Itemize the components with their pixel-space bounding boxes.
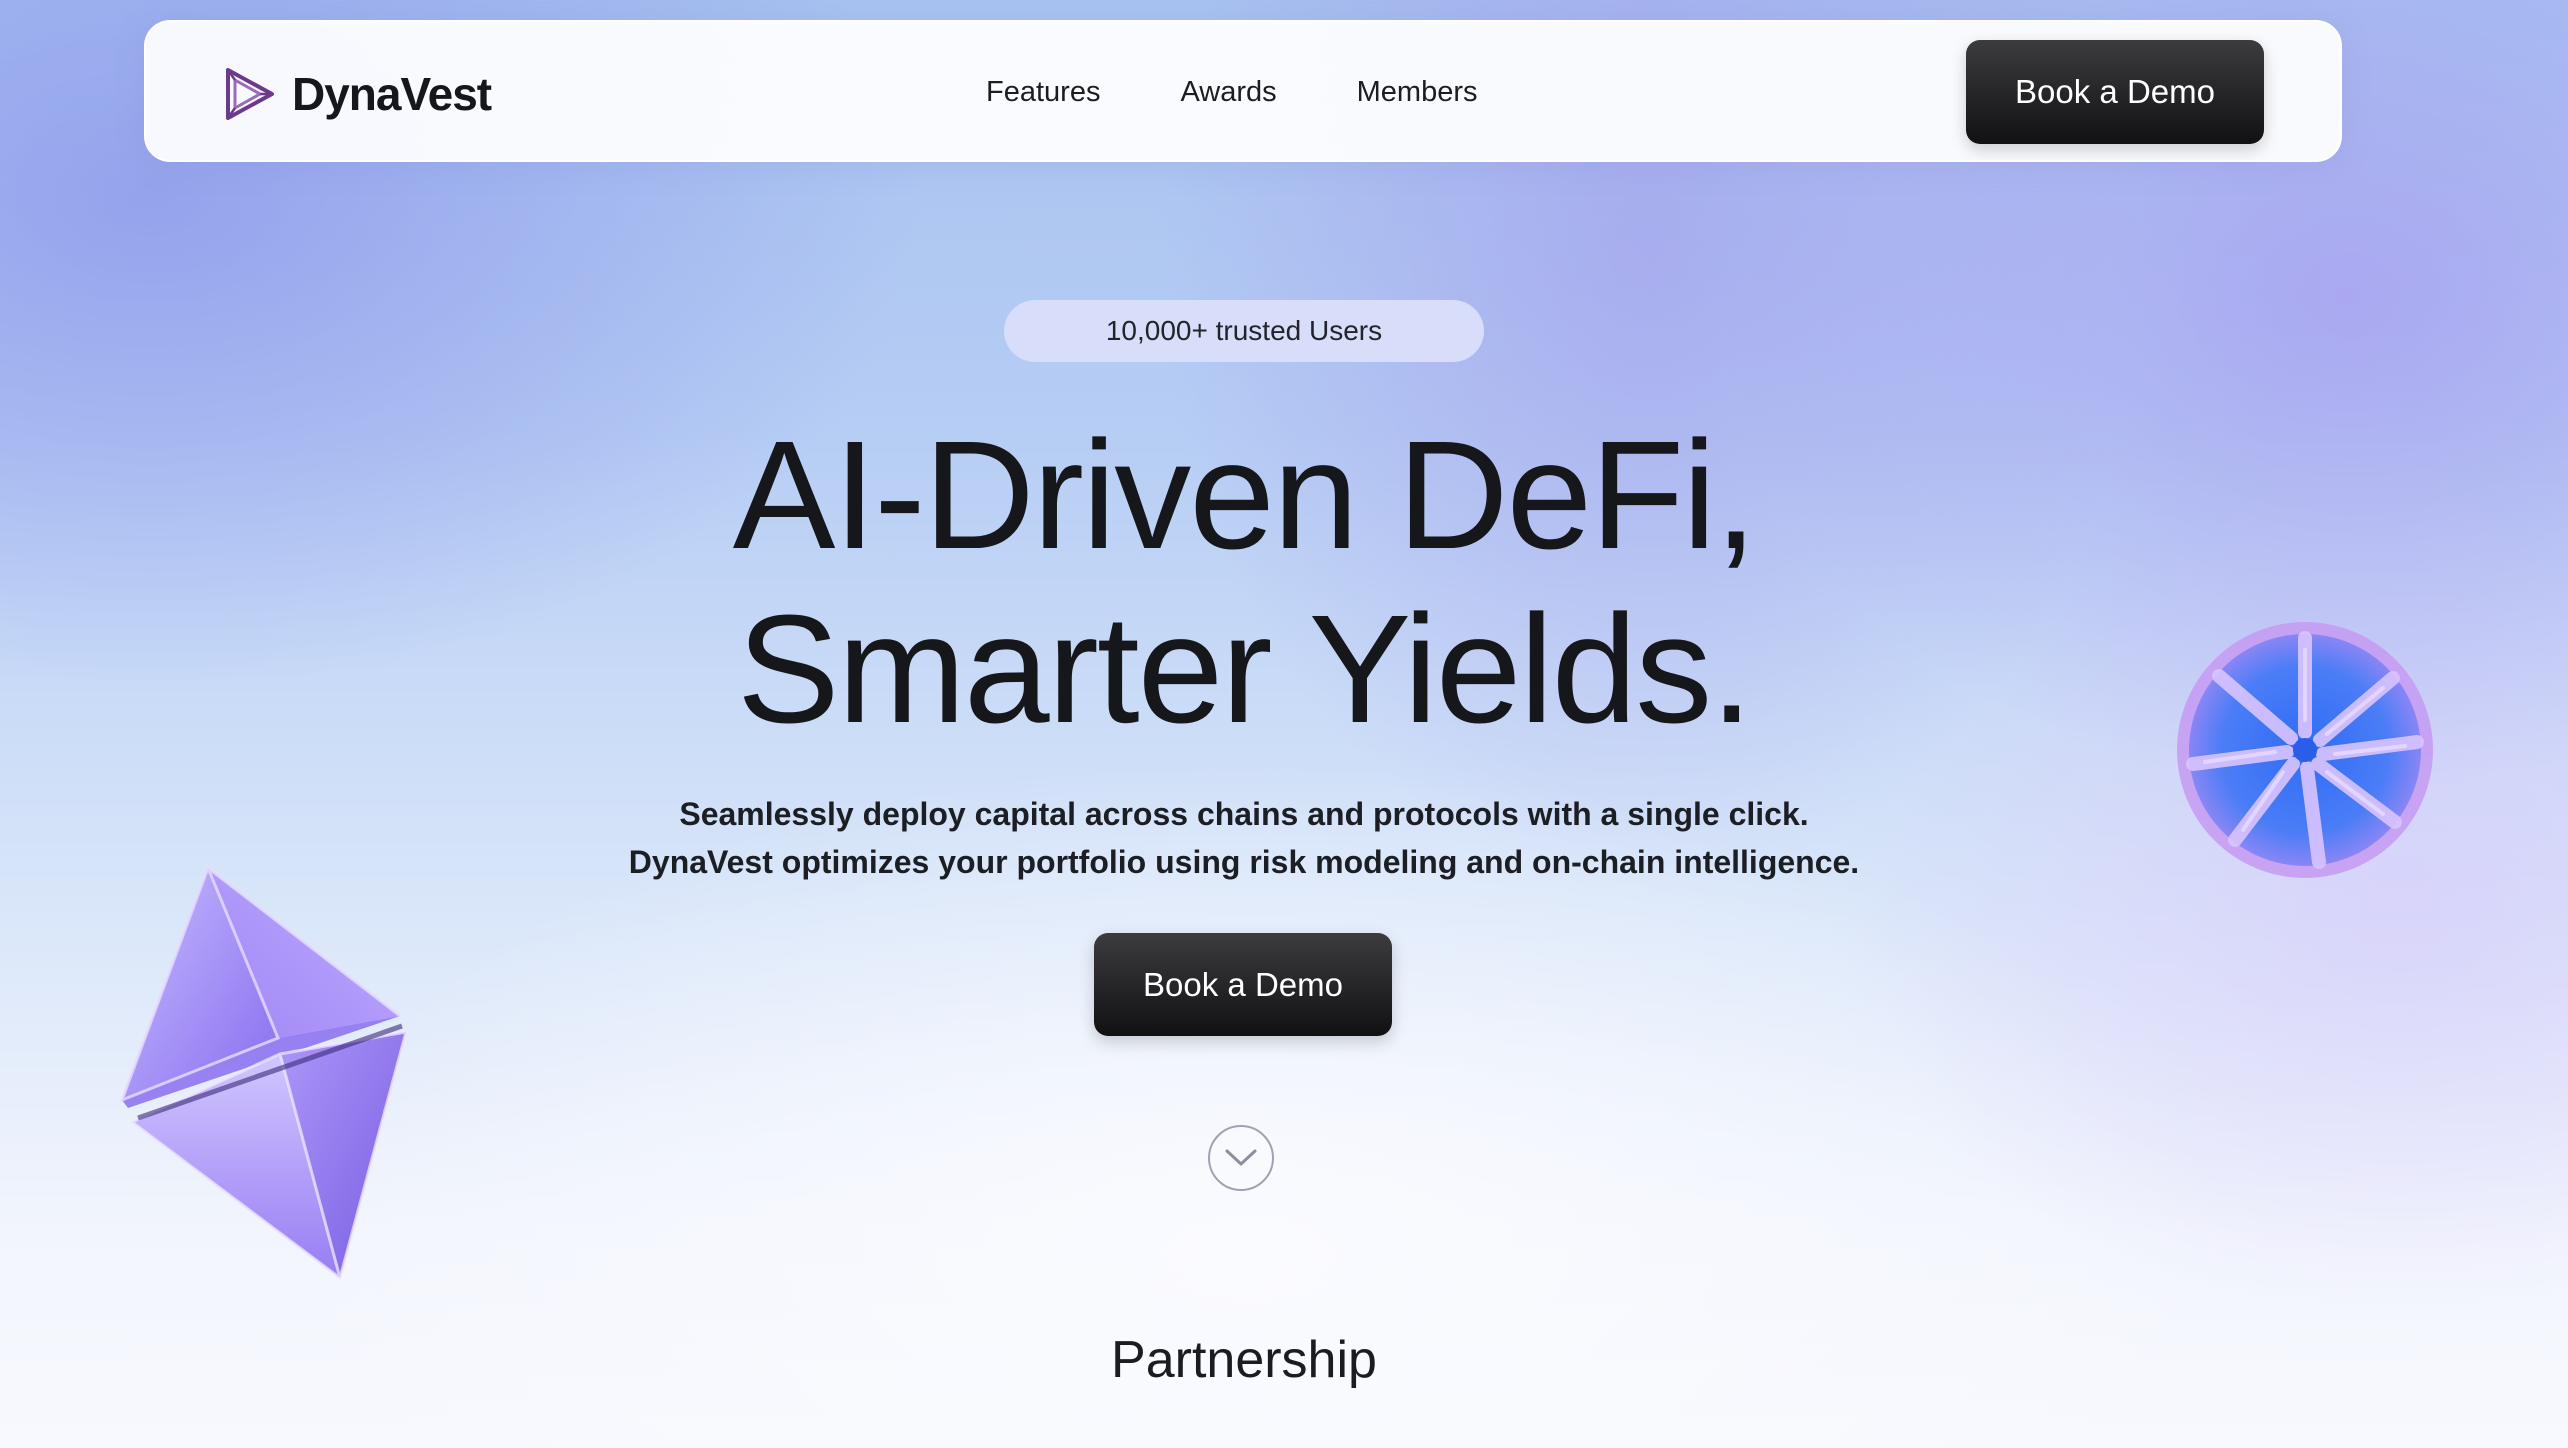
nav-link-features[interactable]: Features [986, 76, 1100, 109]
nav-link-awards[interactable]: Awards [1180, 76, 1276, 109]
nav-links: Features Awards Members [986, 22, 1478, 162]
top-navbar: DynaVest Features Awards Members Book a … [144, 20, 2342, 162]
crystal-octahedron-decoration [119, 863, 409, 1281]
hero-subtext: Seamlessly deploy capital across chains … [484, 790, 2004, 886]
glass-flower-decoration [2177, 622, 2433, 878]
brand-logo[interactable]: DynaVest [222, 66, 492, 122]
partnership-title: Partnership [1111, 1331, 1377, 1389]
brand-name: DynaVest [292, 68, 492, 120]
nav-link-members[interactable]: Members [1357, 76, 1478, 109]
hero-headline-line-2: Smarter Yields. [736, 583, 1753, 755]
hero-subtext-line-1: Seamlessly deploy capital across chains … [679, 796, 1809, 832]
scroll-down-button[interactable] [1208, 1125, 1274, 1191]
chevron-down-icon [1225, 1149, 1257, 1166]
logo-icon [226, 68, 274, 120]
hero-book-demo-button[interactable]: Book a Demo [1094, 933, 1392, 1036]
hero-headline: AI-Driven DeFi, Smarter Yields. [484, 408, 2004, 756]
hero-subtext-line-2: DynaVest optimizes your portfolio using … [628, 844, 1860, 880]
trusted-users-badge: 10,000+ trusted Users [1004, 300, 1484, 362]
nav-book-demo-button[interactable]: Book a Demo [1966, 40, 2264, 144]
hero-headline-line-1: AI-Driven DeFi, [732, 409, 1758, 581]
